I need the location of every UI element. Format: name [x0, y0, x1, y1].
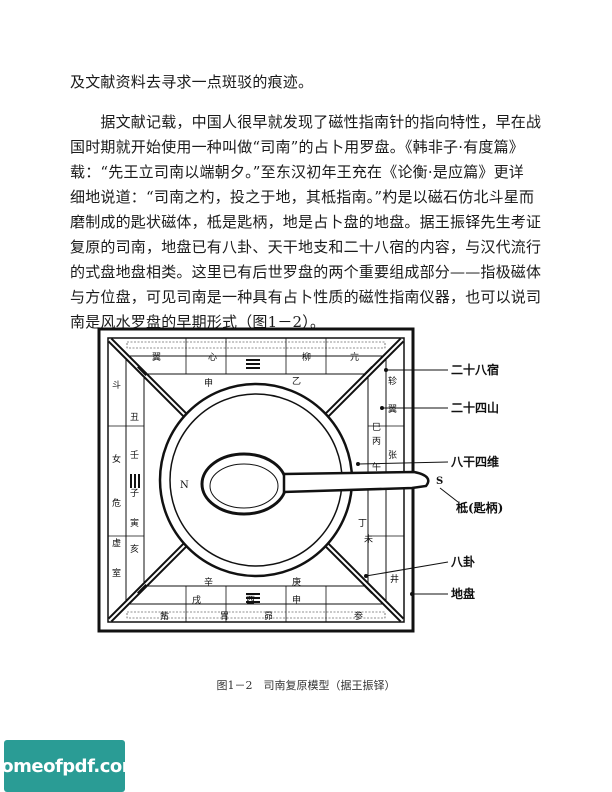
svg-text:申: 申: [204, 377, 213, 389]
svg-text:井: 井: [390, 573, 399, 585]
figure-caption: 图1－2 司南复原模型（据王振铎）: [216, 679, 396, 692]
text-line: 载：“先王立司南以端朝夕。”至东汉初年王充在《论衡·是应篇》更详: [70, 163, 525, 181]
label-lunar-mansions: 二十八宿: [451, 362, 499, 377]
svg-text:午: 午: [372, 461, 381, 473]
svg-text:戌: 戌: [192, 594, 201, 606]
svg-text:庚: 庚: [292, 576, 301, 588]
svg-text:张: 张: [388, 450, 397, 461]
svg-text:壬: 壬: [130, 450, 139, 461]
svg-text:亥: 亥: [130, 543, 139, 555]
svg-text:丙: 丙: [372, 436, 381, 447]
svg-text:酉: 酉: [246, 595, 255, 606]
svg-text:虚: 虚: [112, 537, 121, 549]
spoon-handle: [282, 470, 430, 494]
text-line: 细地说道：“司南之杓，投之于地，其柢指南。”杓是以磁石仿北斗星而: [70, 188, 535, 206]
svg-text:斗: 斗: [112, 380, 121, 391]
label-handle: 柢(匙柄): [456, 500, 503, 515]
svg-text:巳: 巳: [372, 422, 381, 433]
label-bagua: 八卦: [450, 554, 475, 569]
label-earth-plate: 地盘: [451, 586, 475, 601]
svg-text:寅: 寅: [130, 517, 139, 529]
text-line: 据文献记载，中国人很早就发现了磁性指南针的指向特性，早在战: [70, 113, 542, 131]
label-twenty-four-mountains: 二十四山: [451, 400, 499, 415]
text-line: 复原的司南，地盘已有八卦、天干地支和二十八宿的内容，与汉代流行: [70, 238, 542, 256]
south-letter: S: [436, 476, 443, 487]
text-line: 国时期就开始使用一种叫做“司南”的占卜用罗盘。《韩非子·有度篇》: [70, 138, 525, 156]
svg-text:乙: 乙: [292, 376, 301, 387]
svg-text:柳: 柳: [302, 351, 311, 363]
svg-text:昴: 昴: [264, 611, 273, 622]
text-line: 与方位盘，可见司南是一种具有占卜性质的磁性指南仪器，也可以说司: [70, 288, 542, 306]
sinan-figure: 翼 心 柳 亢 申 乙 轸 翼 张 丙 巳 午 丁 未 觜 参 井 昴 胃 辛 …: [97, 327, 503, 633]
hatch-band: [126, 341, 386, 349]
callout-labels: 二十八宿 二十四山 八干四维 柢(匙柄) 八卦 地盘: [450, 362, 503, 601]
svg-text:翼: 翼: [388, 404, 397, 415]
svg-text:轸: 轸: [388, 375, 397, 387]
svg-text:丑: 丑: [130, 412, 139, 423]
watermark-text: homeofpdf.com: [0, 755, 141, 777]
svg-text:室: 室: [112, 567, 121, 579]
svg-text:胃: 胃: [220, 611, 229, 622]
watermark-badge[interactable]: homeofpdf.com: [0, 740, 141, 792]
label-eight-stems-four-corners: 八干四维: [450, 454, 499, 469]
svg-text:亢: 亢: [350, 351, 359, 363]
svg-text:女: 女: [112, 453, 121, 465]
text-line: 磨制成的匙状磁体，柢是匙柄，地是占卜盘的地盘。据王振铎先生考证: [70, 213, 542, 231]
svg-text:未: 未: [364, 533, 373, 545]
svg-text:觜: 觜: [160, 610, 169, 622]
text-line: 的式盘地盘相类。这里已有后世罗盘的两个重要组成部分——指极磁体: [70, 263, 542, 281]
svg-text:辛: 辛: [204, 576, 213, 588]
svg-text:申: 申: [292, 594, 301, 606]
svg-text:心: 心: [208, 352, 217, 363]
text-line: 及文献资料去寻求一点斑驳的痕迹。: [70, 73, 314, 91]
north-letter: N: [180, 480, 189, 491]
svg-text:翼: 翼: [152, 352, 161, 363]
svg-text:子: 子: [130, 488, 139, 499]
spoon-bowl: [200, 452, 288, 516]
svg-text:丁: 丁: [358, 519, 367, 529]
svg-text:危: 危: [112, 497, 121, 509]
svg-text:参: 参: [354, 610, 363, 622]
